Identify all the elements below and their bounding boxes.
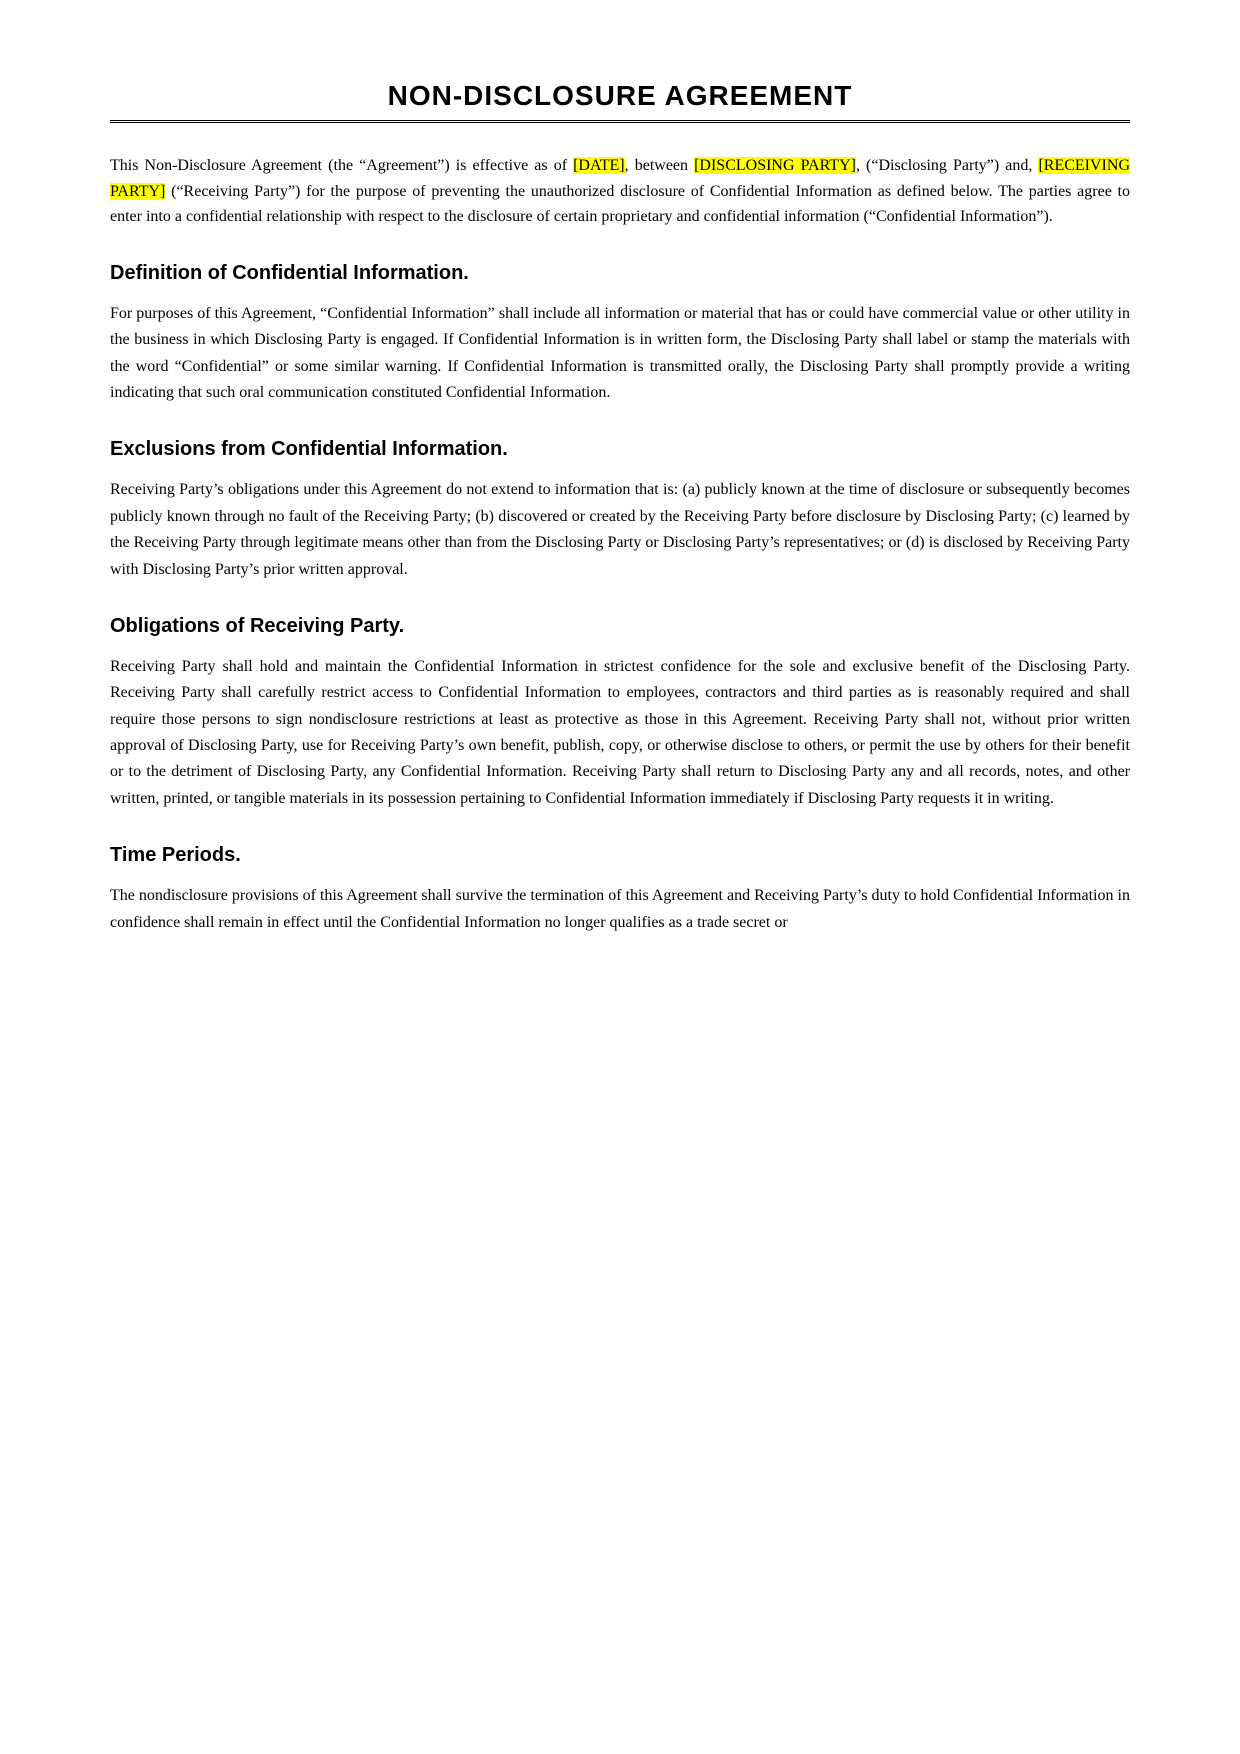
disclosing-party-placeholder: [DISCLOSING PARTY] bbox=[694, 157, 856, 174]
section-definition: Definition of Confidential Information. … bbox=[110, 262, 1130, 407]
section-time-periods-heading: Time Periods. bbox=[110, 844, 1130, 867]
section-definition-heading: Definition of Confidential Information. bbox=[110, 262, 1130, 285]
intro-paragraph: This Non-Disclosure Agreement (the “Agre… bbox=[110, 153, 1130, 230]
title-divider bbox=[110, 120, 1130, 123]
section-obligations-heading: Obligations of Receiving Party. bbox=[110, 615, 1130, 638]
document-page: NON-DISCLOSURE AGREEMENT This Non-Disclo… bbox=[0, 0, 1240, 1754]
section-time-periods-body: The nondisclosure provisions of this Agr… bbox=[110, 883, 1130, 936]
section-definition-body: For purposes of this Agreement, “Confide… bbox=[110, 301, 1130, 407]
section-exclusions-body: Receiving Party’s obligations under this… bbox=[110, 477, 1130, 583]
intro-text-after-date: , between bbox=[625, 157, 694, 174]
intro-text-before-date: This Non-Disclosure Agreement (the “Agre… bbox=[110, 157, 573, 174]
section-exclusions-heading: Exclusions from Confidential Information… bbox=[110, 438, 1130, 461]
intro-text-after-disclosing: , (“Disclosing Party”) and, bbox=[856, 157, 1038, 174]
section-obligations-body: Receiving Party shall hold and maintain … bbox=[110, 654, 1130, 812]
section-exclusions: Exclusions from Confidential Information… bbox=[110, 438, 1130, 583]
intro-text-after-receiving: (“Receiving Party”) for the purpose of p… bbox=[110, 183, 1130, 226]
section-obligations: Obligations of Receiving Party. Receivin… bbox=[110, 615, 1130, 812]
document-title: NON-DISCLOSURE AGREEMENT bbox=[110, 80, 1130, 112]
section-time-periods: Time Periods. The nondisclosure provisio… bbox=[110, 844, 1130, 936]
date-placeholder: [DATE] bbox=[573, 157, 625, 174]
